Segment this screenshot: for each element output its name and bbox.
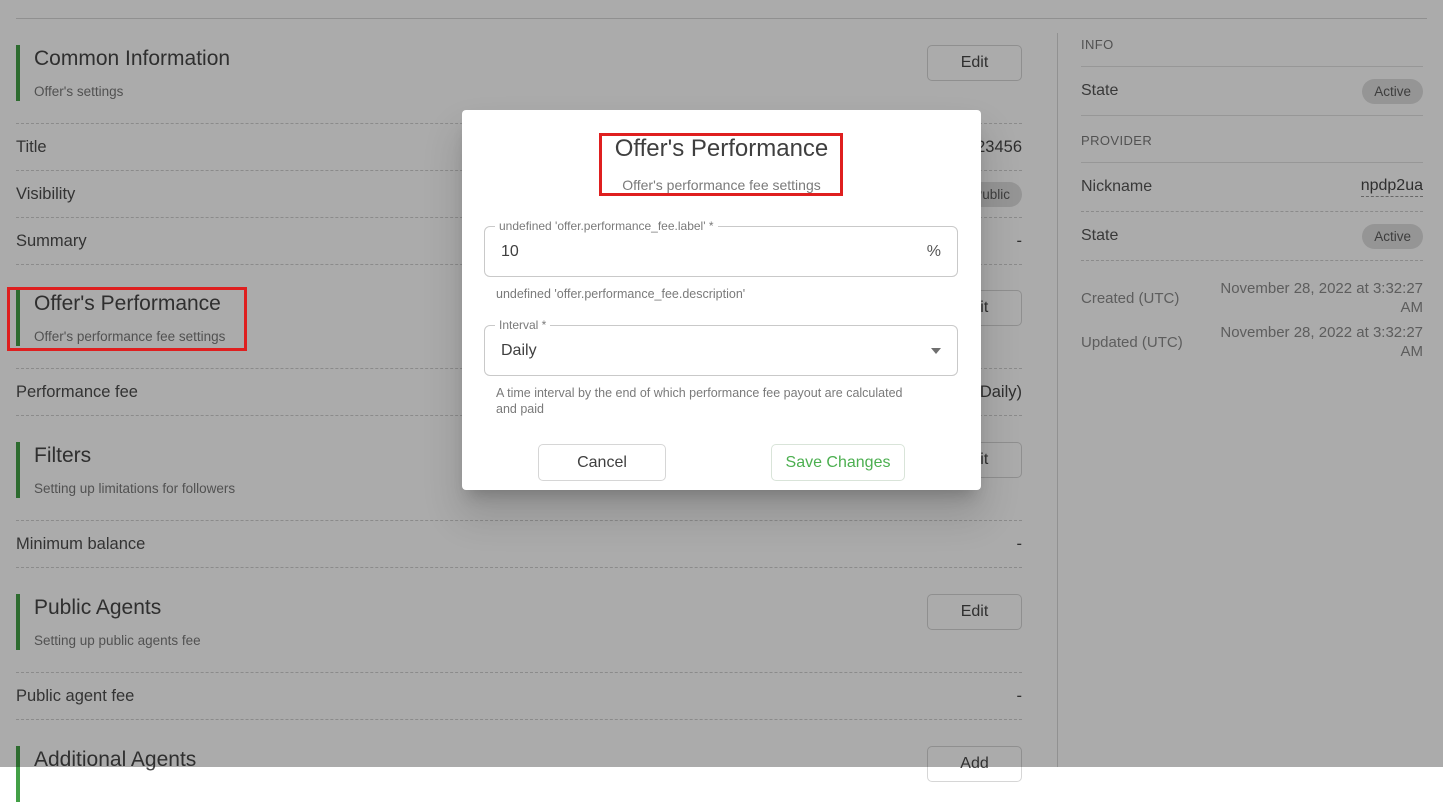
offers-performance-dialog: Offer's Performance Offer's performance … bbox=[462, 110, 981, 490]
performance-fee-field-label: undefined 'offer.performance_fee.label' … bbox=[495, 219, 718, 233]
dialog-subtitle: Offer's performance fee settings bbox=[462, 177, 981, 193]
interval-selected-value: Daily bbox=[501, 342, 931, 360]
cancel-button[interactable]: Cancel bbox=[538, 444, 666, 481]
interval-select[interactable]: Interval * Daily bbox=[484, 325, 958, 376]
interval-helper-text: A time interval by the end of which perf… bbox=[496, 385, 921, 417]
performance-fee-helper-text: undefined 'offer.performance_fee.descrip… bbox=[496, 286, 921, 302]
save-changes-button[interactable]: Save Changes bbox=[771, 444, 905, 481]
dialog-title: Offer's Performance bbox=[462, 135, 981, 163]
performance-fee-field[interactable]: undefined 'offer.performance_fee.label' … bbox=[484, 226, 958, 277]
caret-down-icon bbox=[931, 348, 941, 354]
performance-fee-input[interactable] bbox=[501, 243, 927, 261]
interval-select-label: Interval * bbox=[495, 318, 550, 332]
percent-suffix: % bbox=[927, 243, 941, 261]
dialog-actions: Cancel Save Changes bbox=[462, 444, 981, 481]
